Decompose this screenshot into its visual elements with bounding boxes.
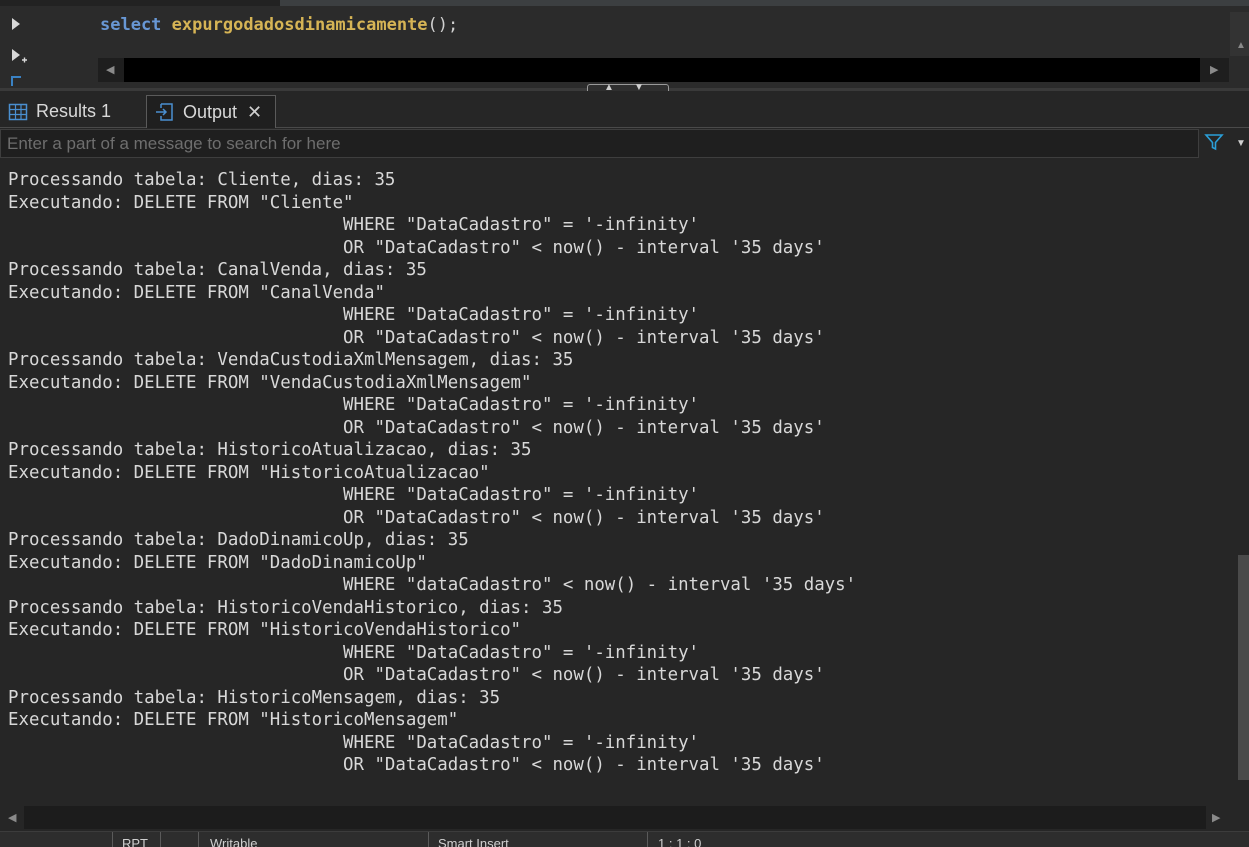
format-icon[interactable]: [10, 72, 30, 88]
status-insert-mode: Smart Insert: [438, 836, 509, 847]
tab-output[interactable]: Output ✕: [146, 95, 276, 128]
output-line: Processando tabela: DadoDinamicoUp, dias…: [8, 530, 469, 550]
status-divider: [647, 832, 648, 847]
output-vertical-scrollbar[interactable]: [1231, 159, 1249, 806]
status-cursor-position: 1 : 1 : 0: [658, 836, 702, 847]
output-scroll-thumb[interactable]: [1238, 555, 1249, 780]
message-search-input[interactable]: [0, 129, 1199, 158]
output-icon: [155, 102, 175, 122]
tab-results[interactable]: Results 1: [6, 95, 144, 128]
code-function-name: expurgodadosdinamicamente: [171, 15, 428, 35]
status-divider: [198, 832, 199, 847]
output-line: WHERE "DataCadastro" = '-infinity': [8, 305, 700, 325]
play-icon[interactable]: [10, 16, 30, 36]
status-divider: [112, 832, 113, 847]
output-line: WHERE "DataCadastro" = '-infinity': [8, 642, 700, 663]
tab-results-label: Results 1: [36, 101, 112, 121]
status-divider: [160, 832, 161, 847]
output-line: Executando: DELETE FROM "VendaCustodiaXm…: [8, 372, 532, 393]
grid-icon: [8, 102, 28, 122]
output-line: Processando tabela: HistoricoVendaHistor…: [8, 597, 563, 618]
output-line: OR "DataCadastro" < now() - interval '35…: [8, 237, 825, 258]
output-line: Executando: DELETE FROM "Cliente": [8, 192, 354, 213]
editor-top-border: [0, 0, 1249, 6]
code-keyword: select: [100, 15, 162, 35]
code-punctuation: ();: [427, 15, 459, 35]
filter-icon[interactable]: [1204, 132, 1226, 154]
output-line: Processando tabela: VendaCustodiaXmlMens…: [8, 350, 574, 370]
output-log[interactable]: Processando tabela: Cliente, dias: 35 Exe…: [0, 159, 1229, 806]
editor-tab-strip: [280, 0, 1249, 6]
output-line: Processando tabela: CanalVenda, dias: 35: [8, 260, 427, 280]
play-step-icon[interactable]: [10, 48, 30, 68]
output-line: OR "DataCadastro" < now() - interval '35…: [8, 755, 825, 775]
message-search-bar: ▼: [0, 128, 1249, 159]
output-lines: Processando tabela: Cliente, dias: 35 Exe…: [8, 169, 856, 777]
scroll-up-icon[interactable]: ▲: [1236, 40, 1246, 51]
output-line: OR "DataCadastro" < now() - interval '35…: [8, 665, 825, 685]
output-line: Processando tabela: HistoricoMensagem, d…: [8, 687, 501, 708]
scroll-left-icon[interactable]: ◀: [106, 63, 114, 76]
output-line: Processando tabela: Cliente, dias: 35: [8, 170, 396, 190]
output-line: Executando: DELETE FROM "HistoricoVendaH…: [8, 620, 522, 640]
output-line: Executando: DELETE FROM "HistoricoMensag…: [8, 710, 459, 730]
scroll-right-icon[interactable]: ▶: [1210, 63, 1218, 76]
result-tab-bar: Results 1 Output ✕: [0, 91, 1249, 128]
output-horizontal-scrollbar[interactable]: ◀ ▶: [0, 806, 1229, 829]
editor-vertical-scrollbar[interactable]: ▲: [1230, 12, 1249, 56]
output-line: OR "DataCadastro" < now() - interval '35…: [8, 327, 825, 348]
output-line: OR "DataCadastro" < now() - interval '35…: [8, 507, 825, 528]
output-hscroll-track[interactable]: [24, 806, 1206, 829]
output-line: WHERE "DataCadastro" = '-infinity': [8, 485, 700, 505]
output-line: OR "DataCadastro" < now() - interval '35…: [8, 417, 825, 438]
output-line: Executando: DELETE FROM "HistoricoAtuali…: [8, 462, 490, 483]
editor-hscroll-track[interactable]: [124, 58, 1200, 82]
output-line: Executando: DELETE FROM "DadoDinamicoUp": [8, 552, 427, 573]
scroll-right-icon[interactable]: ▶: [1212, 811, 1220, 824]
status-result-mode: RPT: [122, 836, 148, 847]
output-line: Executando: DELETE FROM "CanalVenda": [8, 282, 385, 303]
sql-editor[interactable]: select expurgodadosdinamicamente(); ▲ ◀ …: [0, 0, 1249, 88]
status-divider: [428, 832, 429, 847]
scroll-left-icon[interactable]: ◀: [8, 811, 16, 824]
tab-output-label: Output: [183, 101, 238, 122]
output-line: WHERE "dataCadastro" < now() - interval …: [8, 575, 857, 595]
chevron-down-icon[interactable]: ▼: [1236, 138, 1246, 149]
status-writable: Writable: [210, 836, 258, 847]
editor-gutter: [0, 6, 40, 88]
output-line: Processando tabela: HistoricoAtualizacao…: [8, 440, 532, 460]
output-line: WHERE "DataCadastro" = '-infinity': [8, 732, 700, 753]
close-icon[interactable]: ✕: [247, 102, 262, 123]
code-line[interactable]: select expurgodadosdinamicamente();: [100, 14, 458, 36]
status-bar: RPT Writable Smart Insert 1 : 1 : 0: [0, 831, 1249, 847]
output-line: WHERE "DataCadastro" = '-infinity': [8, 215, 700, 235]
editor-horizontal-scrollbar[interactable]: ◀ ▶: [98, 58, 1229, 82]
output-line: WHERE "DataCadastro" = '-infinity': [8, 395, 700, 415]
